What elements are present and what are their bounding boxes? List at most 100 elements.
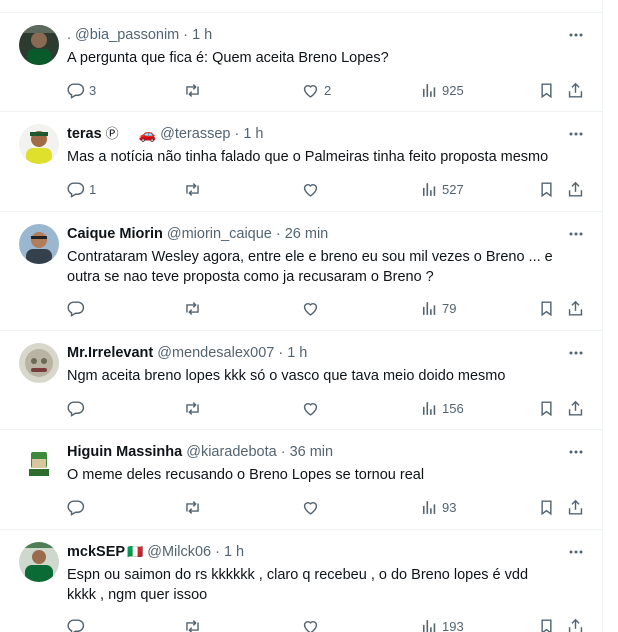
bookmark-button[interactable] [537,497,556,517]
bookmark-icon [541,618,552,632]
bookmark-button[interactable] [537,298,556,318]
tweet[interactable]: Higuin Massinha @kiaradebota · 36 min O … [0,430,602,530]
retweet-button[interactable] [183,298,206,318]
share-button[interactable] [566,616,585,632]
bookmark-button[interactable] [537,179,556,199]
more-icon[interactable] [566,542,586,562]
timestamp[interactable]: 36 min [290,442,334,462]
user-handle[interactable]: @terassep [160,124,230,144]
share-icon [568,499,583,515]
timestamp[interactable]: 1 h [287,343,307,363]
more-icon[interactable] [566,124,586,144]
user-handle[interactable]: @mendesalex007 [157,343,274,363]
heart-icon [303,302,318,316]
display-name[interactable]: Higuin Massinha [67,442,182,462]
timestamp[interactable]: 1 h [243,124,263,144]
like-button[interactable] [301,497,324,517]
user-handle[interactable]: @Milck06 [147,542,211,562]
tweet[interactable]: mckSEP 🇮🇹 @Milck06 · 1 h Espn ou saimon … [0,530,602,632]
reply-button[interactable] [66,298,89,318]
avatar[interactable] [19,124,59,164]
share-button[interactable] [566,80,585,100]
heart-icon [303,402,318,416]
display-name[interactable]: Caique Miorin [67,224,163,244]
tweet-text-line: Contrataram Wesley agora, entre ele e br… [67,249,553,265]
views-button[interactable]: 925 [419,80,464,100]
like-button[interactable] [301,298,324,318]
display-name[interactable]: Mr.Irrelevant [67,343,153,363]
views-icon [422,500,436,514]
avatar[interactable] [19,224,59,264]
bookmark-button[interactable] [537,80,556,100]
heart-icon [303,84,318,98]
tweet-text-line: Espn ou saimon do rs kkkkkk , claro q re… [67,567,529,583]
retweet-icon [186,83,199,97]
italy-flag-emoji: 🇮🇹 [127,544,144,559]
views-icon [422,182,436,196]
user-handle[interactable]: @miorin_caique [167,224,272,244]
user-handle[interactable]: . @bia_passonim [67,25,179,45]
tweet-actions: 156 [63,398,593,418]
reply-button[interactable]: 3 [66,80,96,100]
reply-icon [67,181,85,198]
retweet-button[interactable] [183,398,206,418]
retweet-button[interactable] [183,179,206,199]
view-count: 925 [442,82,464,98]
reply-button[interactable] [66,497,89,517]
retweet-button[interactable] [183,80,206,100]
more-icon[interactable] [566,25,586,45]
more-icon[interactable] [566,343,586,363]
like-count: 2 [324,82,332,98]
separator-dot: · [215,544,220,560]
reply-icon [67,499,85,516]
like-button[interactable] [301,616,324,632]
more-icon[interactable] [566,442,586,462]
tweet[interactable]: Caique Miorin @miorin_caique · 26 min Co… [0,212,602,331]
retweet-button[interactable] [183,497,206,517]
tweet[interactable]: Mr.Irrelevant @mendesalex007 · 1 h Ngm a… [0,331,602,430]
tweet-actions: 79 [63,298,593,318]
views-button[interactable]: 93 [419,497,456,517]
views-button[interactable]: 79 [419,298,456,318]
views-button[interactable]: 193 [419,616,464,632]
timestamp[interactable]: 1 h [224,542,244,562]
like-button[interactable]: 2 [301,80,331,100]
reply-button[interactable]: 1 [66,179,96,199]
car-emoji: 🚗 [138,126,157,142]
bookmark-button[interactable] [537,616,556,632]
user-handle[interactable]: @kiaradebota [186,442,277,462]
share-button[interactable] [566,298,585,318]
tweet[interactable]: . @bia_passonim · 1 h A pergunta que fic… [0,13,602,112]
bookmark-icon [541,181,552,197]
views-button[interactable]: 156 [419,398,464,418]
display-name[interactable]: teras [67,124,102,144]
retweet-button[interactable] [183,616,206,632]
display-name[interactable]: mckSEP [67,542,125,562]
avatar[interactable] [19,442,59,482]
bookmark-button[interactable] [537,398,556,418]
views-button[interactable]: 527 [419,179,464,199]
bookmark-icon [541,300,552,316]
like-button[interactable] [301,398,324,418]
avatar[interactable] [19,542,59,582]
share-button[interactable] [566,398,585,418]
heart-icon [303,501,318,515]
view-count: 527 [442,181,464,197]
reply-feed: . @bia_passonim · 1 h A pergunta que fic… [0,0,603,632]
timestamp[interactable]: 1 h [192,25,212,45]
share-button[interactable] [566,497,585,517]
more-icon[interactable] [566,224,586,244]
views-icon [422,301,436,315]
tweet-text: Ngm aceita breno lopes kkk só o vasco qu… [67,368,506,384]
timestamp[interactable]: 26 min [285,224,329,244]
tweet[interactable]: teras Ⓟ 🚗 @terassep · 1 h Mas a notícia … [0,112,602,212]
reply-button[interactable] [66,616,89,632]
retweet-icon [186,182,199,196]
reply-button[interactable] [66,398,89,418]
avatar[interactable] [19,343,59,383]
avatar[interactable] [19,25,59,65]
share-button[interactable] [566,179,585,199]
reply-icon [67,300,85,317]
like-button[interactable] [301,179,324,199]
heart-icon [303,620,318,632]
